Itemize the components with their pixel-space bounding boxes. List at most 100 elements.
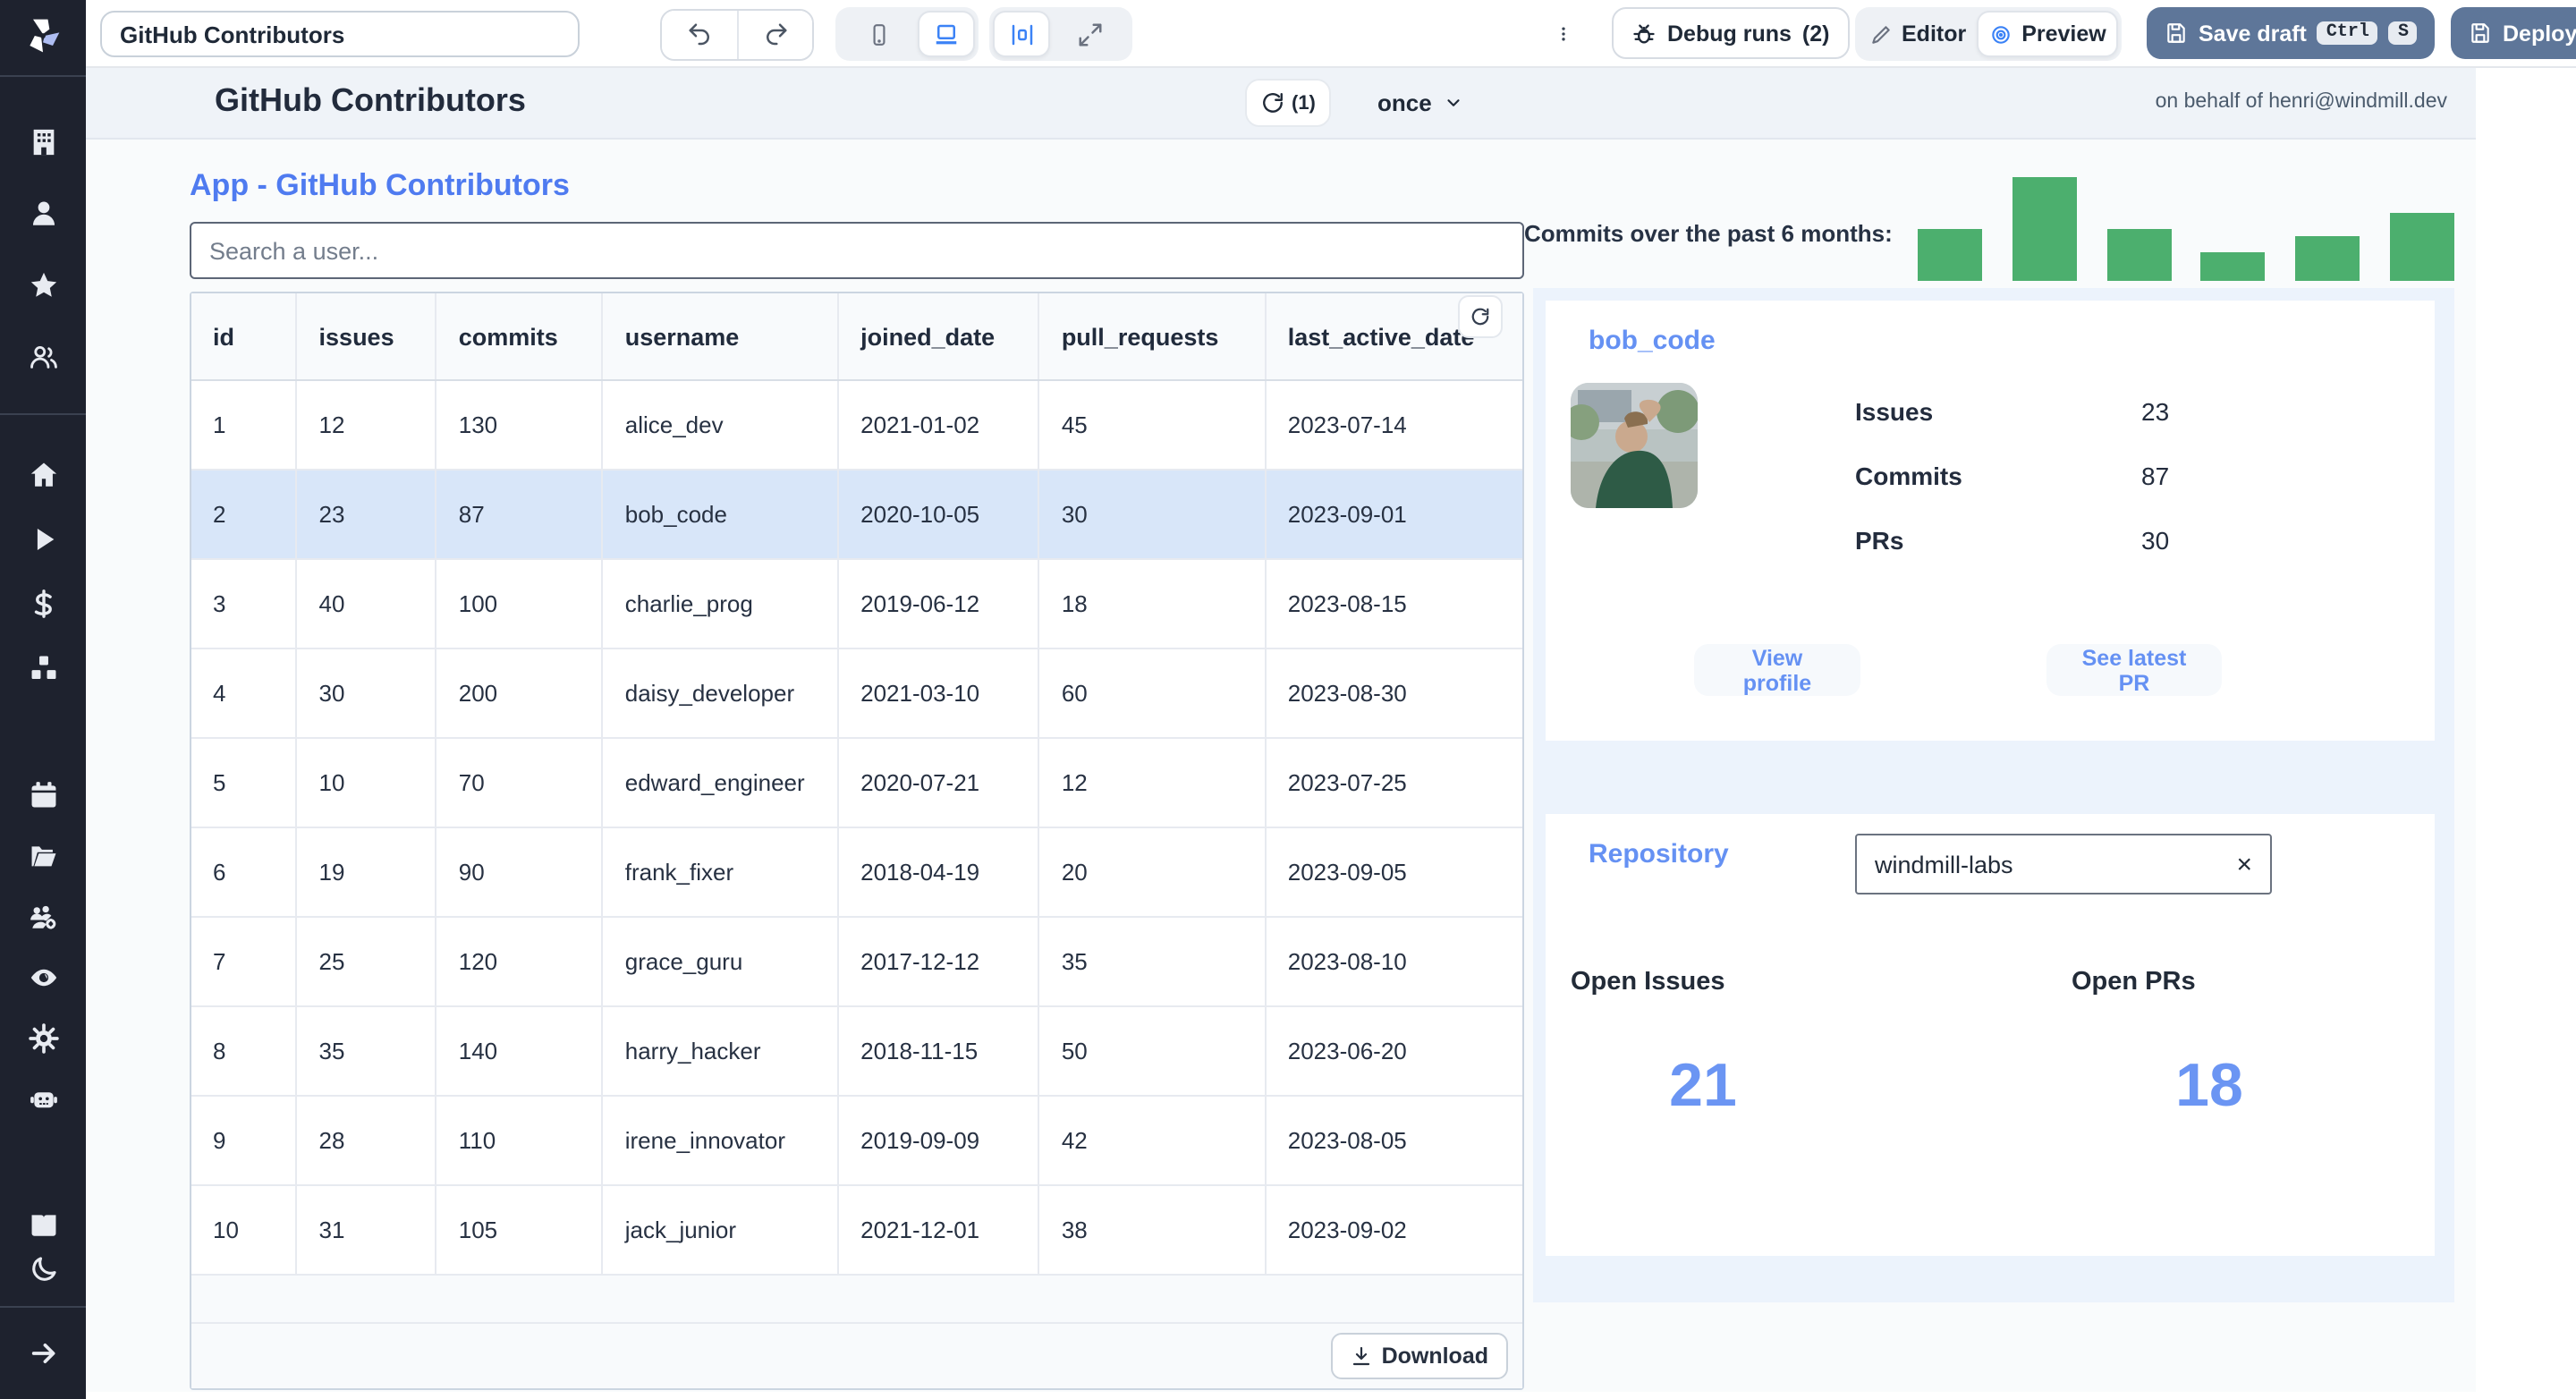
- column-header-issues[interactable]: issues: [296, 293, 437, 381]
- redo-button[interactable]: [737, 11, 812, 59]
- table-cell: 7: [191, 917, 298, 1007]
- table-cell: 2023-08-15: [1265, 559, 1522, 649]
- eye-icon[interactable]: [27, 961, 59, 993]
- save-draft-button[interactable]: Save draft Ctrl S: [2147, 7, 2436, 59]
- table-row[interactable]: 1 12 130 alice_dev 2021-01-02 45 2023-07-14: [191, 380, 1522, 471]
- table-cell: 31: [296, 1185, 437, 1276]
- undo-icon: [688, 23, 708, 46]
- table-cell: 18: [1038, 559, 1267, 649]
- user-icon[interactable]: [27, 197, 59, 229]
- table-cell: 3: [191, 559, 298, 649]
- table-row[interactable]: 3 40 100 charlie_prog 2019-06-12 18 2023-08-15: [191, 559, 1522, 649]
- deploy-button[interactable]: Deploy: [2451, 7, 2576, 59]
- building-icon[interactable]: [27, 125, 59, 157]
- table-cell: 42: [1038, 1096, 1267, 1186]
- table-row[interactable]: 8 35 140 harry_hacker 2018-11-15 50 2023-06-20: [191, 1006, 1522, 1097]
- see-latest-pr-button[interactable]: See latest PR: [2046, 644, 2222, 696]
- save-draft-label: Save draft: [2199, 21, 2307, 46]
- debug-runs-button[interactable]: Debug runs (2): [1612, 7, 1850, 59]
- user-card-title: bob_code: [1589, 326, 1716, 356]
- table-cell: 70: [436, 738, 604, 828]
- schedule-dropdown[interactable]: once: [1367, 79, 1475, 127]
- desktop-view-button[interactable]: [918, 11, 975, 57]
- table-cell: 19: [296, 827, 437, 918]
- redo-icon: [767, 23, 787, 46]
- search-input[interactable]: [190, 222, 1524, 279]
- home-icon[interactable]: [27, 458, 59, 490]
- table-cell: 2018-11-15: [838, 1006, 1040, 1097]
- column-header-commits[interactable]: commits: [436, 293, 604, 381]
- column-header-pull_requests[interactable]: pull_requests: [1038, 293, 1267, 381]
- table-row[interactable]: 9 28 110 irene_innovator 2019-09-09 42 2023-08…: [191, 1096, 1522, 1186]
- table-row[interactable]: 6 19 90 frank_fixer 2018-04-19 20 2023-09-05: [191, 827, 1522, 918]
- preview-tab[interactable]: Preview: [1977, 11, 2119, 57]
- table-cell: 200: [436, 649, 604, 739]
- schedule-label: once: [1377, 89, 1432, 116]
- table-row[interactable]: 5 10 70 edward_engineer 2020-07-21 12 2023-07-…: [191, 738, 1522, 828]
- table-refresh-button[interactable]: [1458, 295, 1503, 338]
- table-cell: frank_fixer: [602, 827, 840, 918]
- column-header-id[interactable]: id: [191, 293, 298, 381]
- undo-button[interactable]: [662, 11, 737, 59]
- align-center-icon: [1011, 23, 1032, 45]
- center-layout-button[interactable]: [993, 11, 1050, 57]
- user-gear-icon[interactable]: [27, 900, 59, 932]
- kebab-menu-icon: [1562, 27, 1565, 41]
- table-row[interactable]: 7 25 120 grace_guru 2017-12-12 35 2023-08-10: [191, 917, 1522, 1007]
- table-cell: 2021-01-02: [838, 380, 1040, 471]
- more-options-button[interactable]: [1544, 13, 1583, 55]
- robot-icon[interactable]: [27, 1082, 59, 1115]
- table-cell: 12: [1038, 738, 1267, 828]
- book-icon[interactable]: [27, 1208, 59, 1240]
- view-profile-button[interactable]: View profile: [1694, 644, 1860, 696]
- editor-label: Editor: [1902, 21, 1967, 47]
- folder-icon[interactable]: [27, 839, 59, 871]
- calendar-icon[interactable]: [27, 778, 59, 810]
- windmill-logo-icon[interactable]: [23, 16, 63, 55]
- table-row-selected[interactable]: 2 23 87 bob_code 2020-10-05 30 2023-09-01: [191, 470, 1522, 560]
- star-icon[interactable]: [27, 268, 59, 301]
- table-cell: 2021-03-10: [838, 649, 1040, 739]
- open-prs-label: Open PRs: [2072, 968, 2196, 996]
- play-icon[interactable]: [27, 522, 59, 555]
- app-header-title: GitHub Contributors: [215, 82, 526, 118]
- column-header-username[interactable]: username: [602, 293, 840, 381]
- table-row[interactable]: 4 30 200 daisy_developer 2021-03-10 60 2023-08…: [191, 649, 1522, 739]
- download-button[interactable]: Download: [1331, 1333, 1508, 1379]
- kbd-ctrl: Ctrl: [2317, 21, 2378, 45]
- expand-icon: [1078, 22, 1101, 46]
- chart-bar: [2200, 252, 2266, 281]
- commits-bar-chart: [1918, 177, 2454, 281]
- laptop-icon: [936, 23, 957, 44]
- fullwidth-layout-button[interactable]: [1050, 11, 1129, 57]
- moon-icon[interactable]: [27, 1252, 59, 1285]
- chart-bar: [2106, 229, 2172, 281]
- table-cell: 2023-07-25: [1265, 738, 1522, 828]
- app-title-input[interactable]: [100, 11, 580, 57]
- clear-input-button[interactable]: ×: [2229, 851, 2270, 878]
- cubes-icon[interactable]: [27, 651, 59, 683]
- repository-input[interactable]: [1857, 851, 2230, 878]
- table-cell: 2: [191, 470, 298, 560]
- app-canvas: GitHub Contributors (1) once on behalf o…: [86, 68, 2476, 1392]
- table-cell: bob_code: [602, 470, 840, 560]
- table-cell: 9: [191, 1096, 298, 1186]
- app-header-bar: GitHub Contributors (1) once on behalf o…: [86, 68, 2476, 140]
- table-cell: 45: [1038, 380, 1267, 471]
- table-row[interactable]: 10 31 105 jack_junior 2021-12-01 38 2023-09-02: [191, 1185, 1522, 1276]
- save-icon: [2167, 23, 2185, 43]
- sidebar: [0, 0, 86, 1399]
- users-icon[interactable]: [27, 340, 59, 372]
- editor-tab[interactable]: Editor: [1859, 11, 1977, 57]
- page-title: App - GitHub Contributors: [190, 168, 570, 202]
- arrow-right-icon[interactable]: [27, 1336, 59, 1369]
- column-header-joined_date[interactable]: joined_date: [838, 293, 1040, 381]
- repository-card-title: Repository: [1589, 839, 1729, 869]
- table-cell: 100: [436, 559, 604, 649]
- table-cell: 23: [296, 470, 437, 560]
- dollar-icon[interactable]: [27, 587, 59, 619]
- gear-icon[interactable]: [27, 1022, 59, 1054]
- app-refresh-button[interactable]: (1): [1245, 79, 1332, 127]
- mobile-view-button[interactable]: [839, 11, 918, 57]
- chevron-down-icon: [1448, 99, 1461, 106]
